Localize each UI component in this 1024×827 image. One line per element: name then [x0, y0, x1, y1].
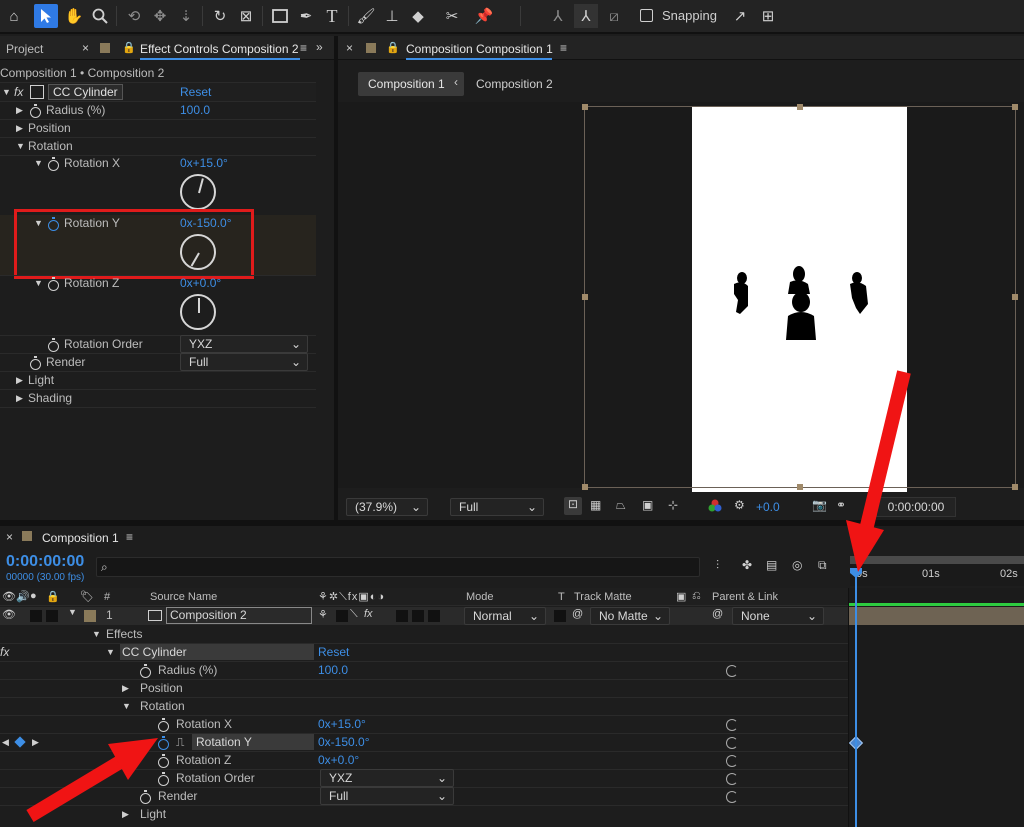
arrow-to-playhead: [846, 370, 911, 572]
arrow-to-stopwatch: [26, 738, 158, 823]
annotation-arrows: [26, 370, 911, 823]
